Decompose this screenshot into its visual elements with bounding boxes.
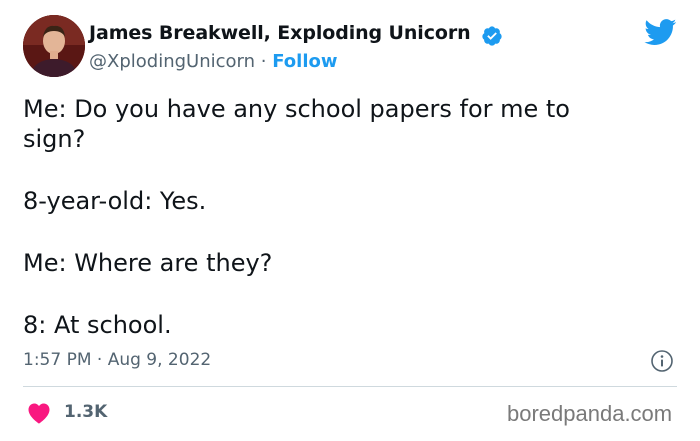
- like-count[interactable]: 1.3K: [64, 402, 107, 422]
- info-icon[interactable]: [650, 349, 674, 373]
- follow-button[interactable]: Follow: [272, 51, 337, 72]
- avatar[interactable]: [23, 15, 85, 77]
- tweet-line: 8: At school.: [23, 311, 172, 339]
- tweet-line: Me: Do you have any school papers for me…: [23, 95, 570, 123]
- tweet-line: [23, 154, 633, 186]
- tweet-line: sign?: [23, 125, 86, 153]
- tweet-timestamp[interactable]: 1:57 PM · Aug 9, 2022: [23, 350, 211, 370]
- author-handle[interactable]: @XplodingUnicorn: [89, 51, 255, 72]
- twitter-bird-icon[interactable]: [644, 19, 677, 46]
- watermark: boredpanda.com: [507, 401, 673, 426]
- tweet-line: [23, 216, 633, 248]
- separator-dot: ·: [260, 51, 267, 72]
- heart-icon[interactable]: [27, 402, 51, 424]
- tweet-text: Me: Do you have any school papers for me…: [23, 94, 633, 340]
- verified-badge-icon: [482, 26, 502, 46]
- avatar-image: [23, 15, 85, 77]
- tweet-line: Me: Where are they?: [23, 249, 273, 277]
- author-name[interactable]: James Breakwell, Exploding Unicorn: [89, 22, 471, 44]
- tweet-line: [23, 278, 633, 310]
- divider: [23, 386, 677, 387]
- handle-row: @XplodingUnicorn · Follow: [89, 51, 338, 72]
- tweet-line: 8-year-old: Yes.: [23, 187, 207, 215]
